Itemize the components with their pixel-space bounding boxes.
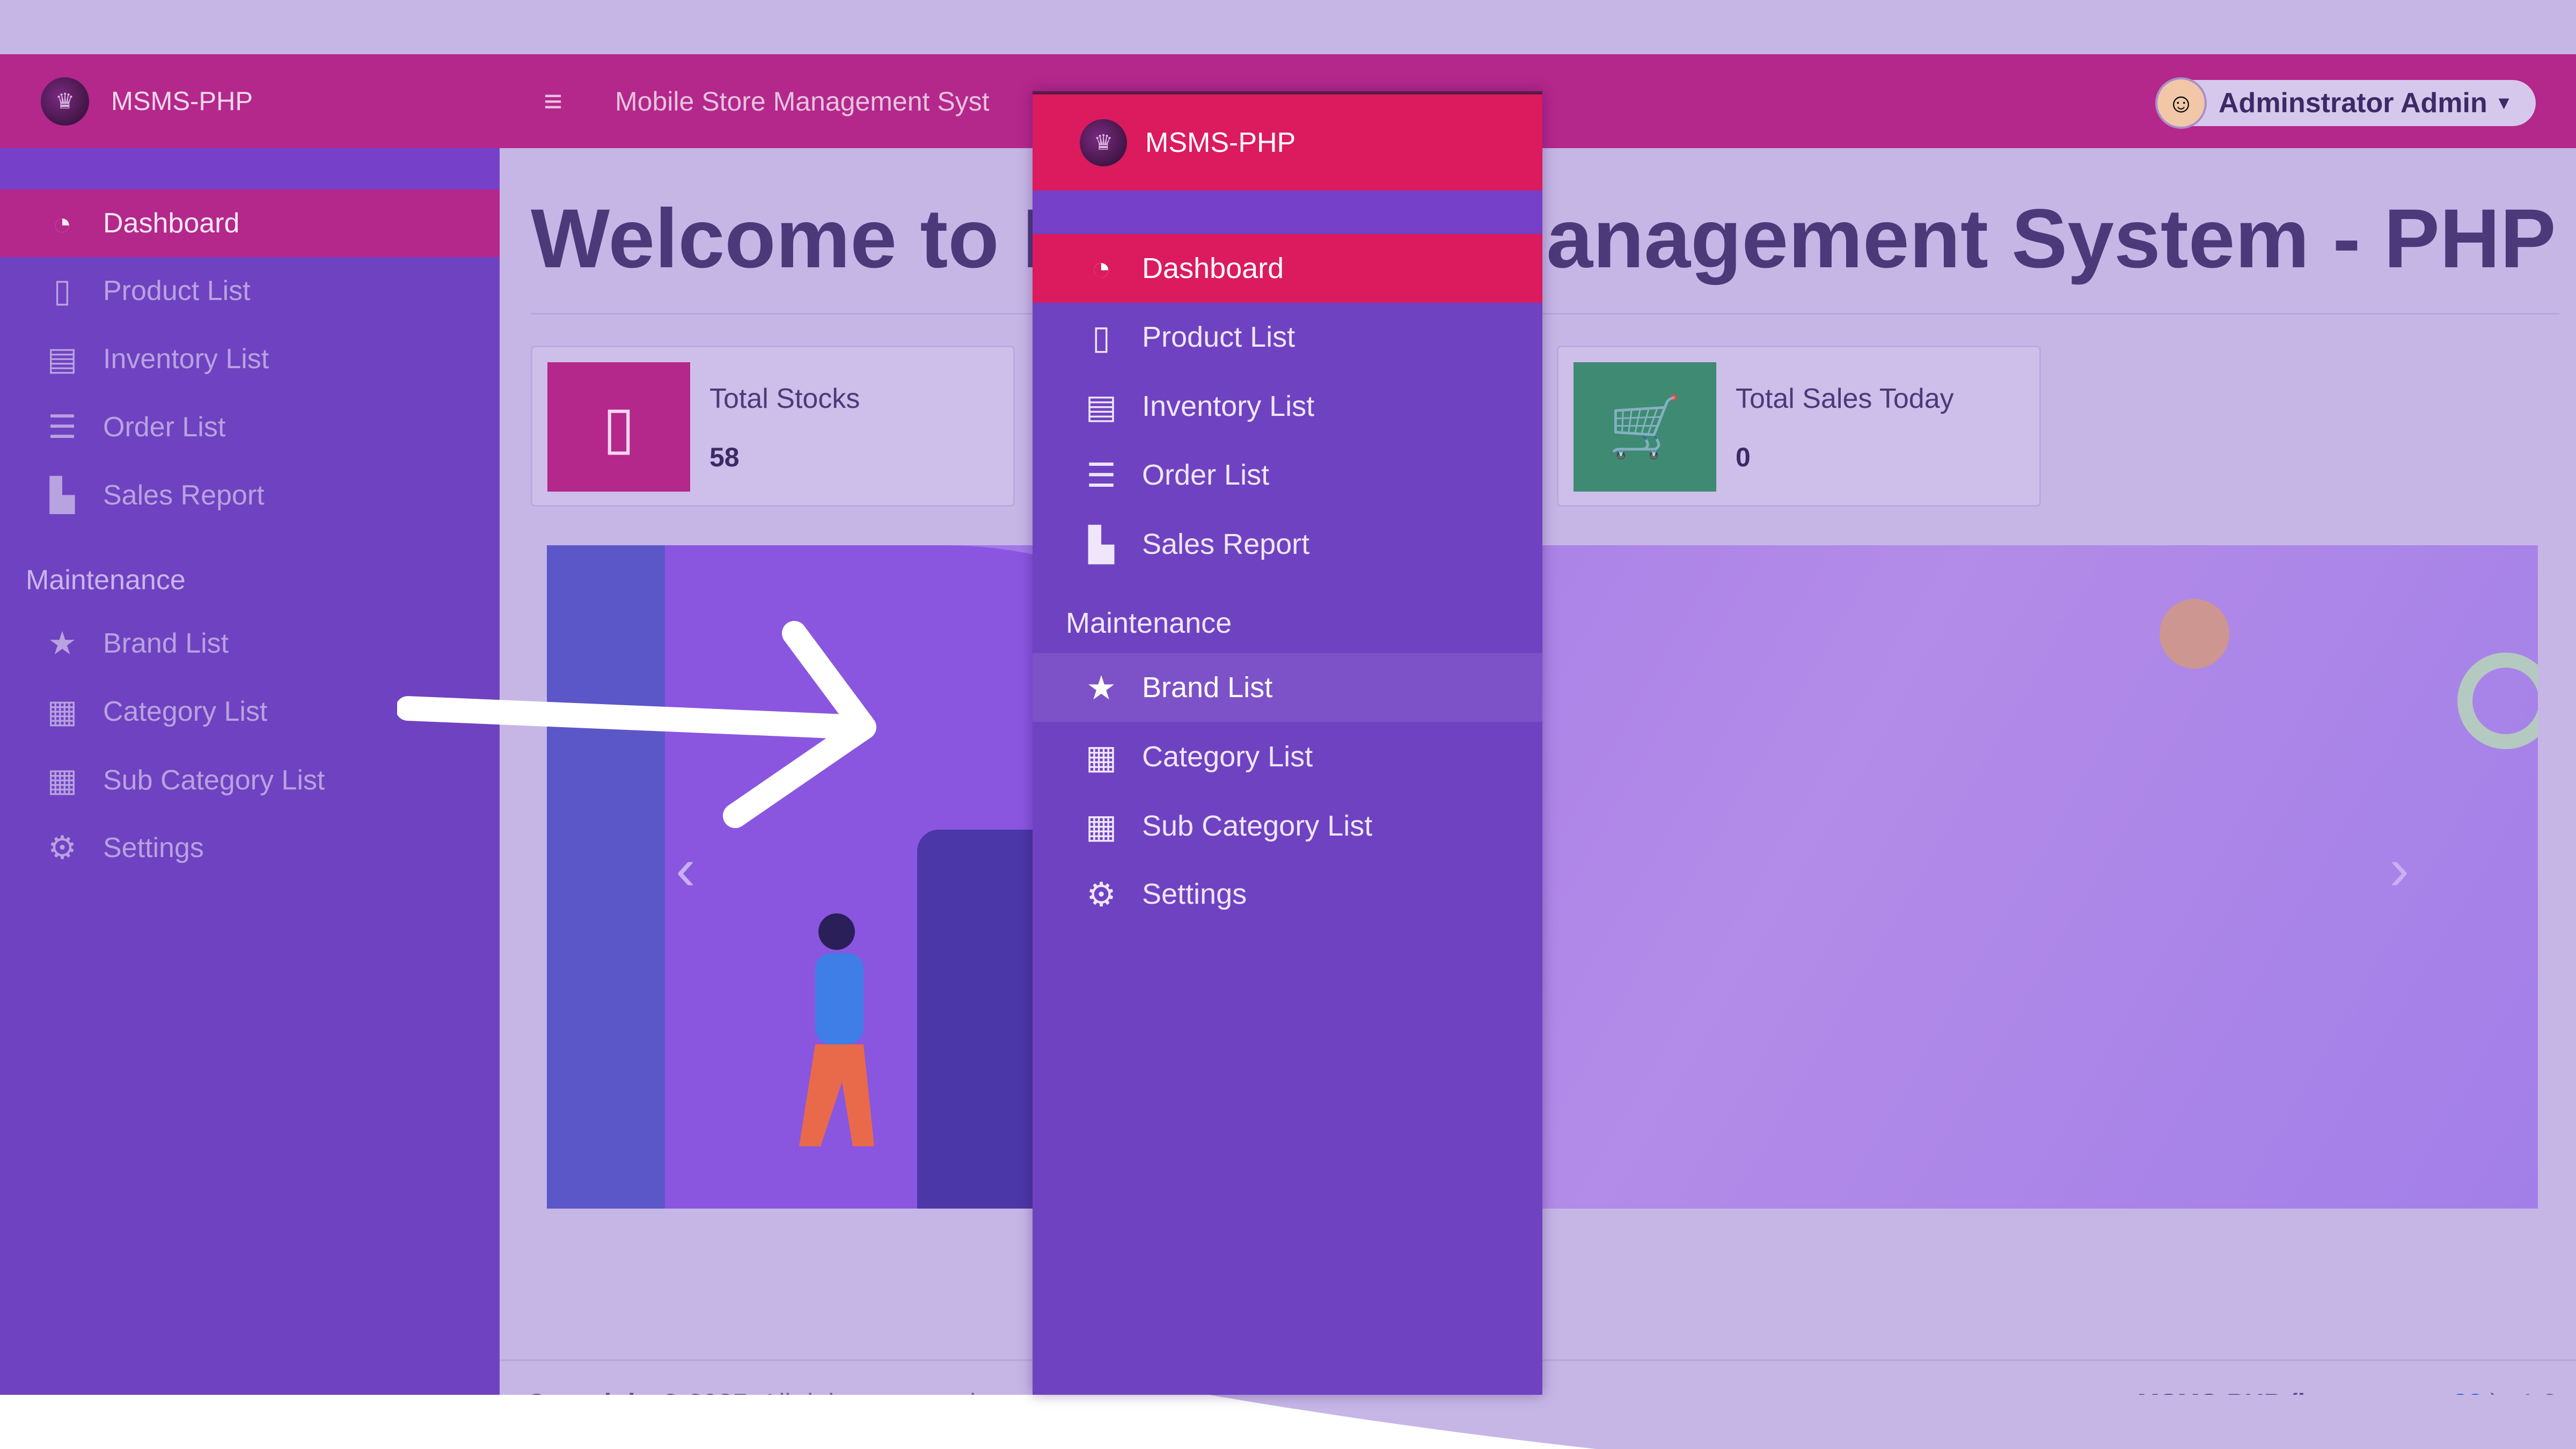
sidebar-item-sales-report[interactable]: ▙ Sales Report xyxy=(0,462,500,529)
illustration-dot xyxy=(2160,599,2229,669)
cogs-icon: ⚙ xyxy=(1086,876,1116,913)
sidebar-item-label: Brand List xyxy=(103,628,229,659)
sidebar-item-label: Category List xyxy=(103,696,268,727)
zoom-item-dashboard[interactable]: ◔ Dashboard xyxy=(1033,234,1542,303)
sidebar-item-label: Sub Category List xyxy=(103,765,325,796)
file-icon: ▙ xyxy=(1088,526,1114,564)
zoom-section-header: Maintenance xyxy=(1066,607,1232,639)
sidebar-brand[interactable]: ♛ MSMS-PHP xyxy=(0,54,500,148)
tachometer-icon: ◔ xyxy=(52,205,72,241)
file-icon: ▙ xyxy=(49,477,75,513)
zoom-item-label: Category List xyxy=(1142,741,1313,773)
stat-card-total-sales-today: 🛒 Total Sales Today 0 xyxy=(1557,346,2041,507)
zoom-item-inventory-list[interactable]: ▤ Inventory List xyxy=(1033,372,1542,441)
table-icon: ▦ xyxy=(1085,808,1117,845)
zoom-item-label: Product List xyxy=(1142,321,1296,353)
stat-value: 0 xyxy=(1736,442,1751,472)
user-name: Adminstrator Admin xyxy=(2219,87,2487,119)
sidebar-item-product-list[interactable]: ▯ Product List xyxy=(0,257,500,325)
zoomed-sidebar-panel: ♛ MSMS-PHP ◔ Dashboard ▯ Product List ▤ … xyxy=(1033,91,1542,1395)
sidebar-item-dashboard[interactable]: ◔ Dashboard xyxy=(0,189,500,257)
clipboard-icon: ▤ xyxy=(1085,388,1117,426)
cart-icon: 🛒 xyxy=(1574,362,1716,492)
page-title-right: lanagement System - PHP xyxy=(1523,191,2556,287)
caret-down-icon: ▼ xyxy=(2494,92,2513,113)
chevron-left-icon[interactable]: ‹ xyxy=(676,835,696,903)
sidebar-item-label: Settings xyxy=(103,832,204,863)
sidebar-strip xyxy=(1033,191,1542,232)
list-icon: ☰ xyxy=(1086,457,1116,494)
zoom-item-category-list[interactable]: ▦ Category List xyxy=(1033,722,1542,791)
illustration-ring xyxy=(2457,653,2538,749)
page-title-left: Welcome to M xyxy=(531,192,1092,286)
avatar: ☺ xyxy=(2155,77,2207,129)
brand-name: MSMS-PHP xyxy=(1145,127,1296,158)
stat-value: 58 xyxy=(709,442,740,472)
zoomed-sidebar-brand[interactable]: ♛ MSMS-PHP xyxy=(1033,91,1542,191)
list-icon: ☰ xyxy=(48,409,77,445)
page-title-right-text: lanagement System - PHP xyxy=(1523,192,2556,286)
title-divider xyxy=(531,313,2559,314)
illustration-person xyxy=(799,913,874,1146)
zoom-item-sub-category-list[interactable]: ▦ Sub Category List xyxy=(1033,792,1542,860)
zoom-item-label: Sub Category List xyxy=(1142,810,1373,842)
annotation-arrow-icon xyxy=(397,621,876,828)
zoom-item-label: Inventory List xyxy=(1142,390,1315,422)
zoom-item-label: Sales Report xyxy=(1142,528,1310,560)
top-title: Mobile Store Management Syst xyxy=(615,86,990,116)
stat-card-total-stocks: ▯ Total Stocks 58 xyxy=(531,346,1015,507)
brand-name: MSMS-PHP xyxy=(111,86,253,116)
chevron-right-icon[interactable]: › xyxy=(2389,835,2409,903)
mobile-icon: ▯ xyxy=(547,362,690,492)
sidebar-item-label: Order List xyxy=(103,412,226,443)
sidebar-item-label: Inventory List xyxy=(103,343,269,375)
star-icon: ★ xyxy=(48,625,77,661)
zoom-item-sales-report[interactable]: ▙ Sales Report xyxy=(1033,510,1542,579)
zoom-item-order-list[interactable]: ☰ Order List xyxy=(1033,441,1542,509)
zoom-item-brand-list[interactable]: ★ Brand List xyxy=(1033,653,1542,722)
sidebar-item-label: Dashboard xyxy=(103,208,240,239)
zoom-item-label: Brand List xyxy=(1142,671,1273,704)
user-menu-button[interactable]: ☺ Adminstrator Admin ▼ xyxy=(2155,77,2536,129)
mobile-icon: ▯ xyxy=(53,273,71,309)
app-logo-icon: ♛ xyxy=(41,77,89,126)
zoom-item-product-list[interactable]: ▯ Product List xyxy=(1033,303,1542,371)
app-logo-icon: ♛ xyxy=(1080,119,1127,166)
mobile-icon: ▯ xyxy=(1092,319,1111,356)
bottom-decoration xyxy=(0,1395,2576,1449)
zoom-item-settings[interactable]: ⚙ Settings xyxy=(1033,860,1542,928)
sidebar-section-header: Maintenance xyxy=(26,565,186,596)
zoom-item-label: Settings xyxy=(1142,878,1247,910)
table-icon: ▦ xyxy=(47,693,78,729)
sidebar-item-label: Product List xyxy=(103,275,251,306)
sidebar-strip xyxy=(0,148,500,189)
sidebar-item-inventory-list[interactable]: ▤ Inventory List xyxy=(0,325,500,393)
sidebar-item-label: Sales Report xyxy=(103,480,265,511)
stat-label: Total Stocks xyxy=(709,383,860,414)
table-icon: ▦ xyxy=(1085,738,1117,776)
sidebar-item-order-list[interactable]: ☰ Order List xyxy=(0,393,500,461)
tachometer-icon: ◔ xyxy=(1091,250,1111,287)
clipboard-icon: ▤ xyxy=(47,341,78,377)
zoom-item-label: Dashboard xyxy=(1142,252,1284,284)
stat-label: Total Sales Today xyxy=(1736,383,1954,414)
zoom-item-label: Order List xyxy=(1142,459,1270,491)
page-title: Welcome to M xyxy=(531,191,1092,287)
table-icon: ▦ xyxy=(47,762,78,798)
star-icon: ★ xyxy=(1086,669,1116,707)
cogs-icon: ⚙ xyxy=(48,830,77,866)
hamburger-menu-icon[interactable]: ≡ xyxy=(544,83,562,120)
